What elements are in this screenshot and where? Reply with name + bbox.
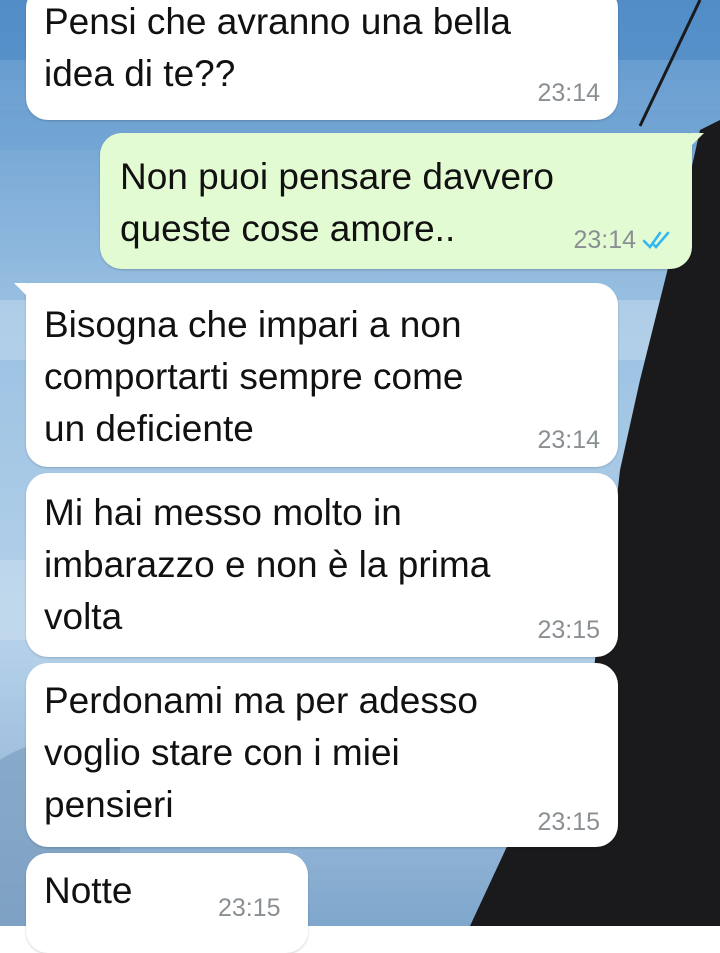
message-text: Non puoi pensare davvero queste cose amo… [120, 156, 555, 249]
message-timestamp: 23:14 [537, 79, 600, 107]
bubble-tail [690, 133, 704, 147]
message-text: Notte [44, 870, 133, 911]
message-bubble[interactable]: Notte 23:15 [26, 853, 308, 953]
message-bubble-outgoing[interactable]: Non puoi pensare davvero queste cose amo… [100, 133, 704, 269]
message-bubble[interactable]: Perdonami ma per adesso voglio stare con… [26, 663, 618, 847]
message-timestamp: 23:15 [537, 808, 600, 836]
message-text: Perdonami ma per adesso voglio stare con… [44, 680, 478, 825]
bubble-tail [14, 283, 28, 297]
message-timestamp: 23:14 [537, 426, 600, 454]
message-bubble[interactable]: Mi hai messo molto in imbarazzo e non è … [26, 473, 618, 657]
message-text: Pensi che avranno una bella idea di te?? [44, 1, 511, 94]
message-timestamp: 23:15 [537, 616, 600, 644]
double-check-read-icon [642, 231, 670, 250]
message-timestamp: 23:15 [218, 894, 281, 922]
message-bubble[interactable]: Pensi che avranno una bella idea di te??… [26, 0, 618, 120]
message-bubble[interactable]: Bisogna che impari a non comportarti sem… [14, 283, 618, 467]
message-timestamp: 23:14 [573, 226, 636, 254]
message-text: Bisogna che impari a non comportarti sem… [44, 304, 464, 449]
message-text: Mi hai messo molto in imbarazzo e non è … [44, 492, 491, 637]
